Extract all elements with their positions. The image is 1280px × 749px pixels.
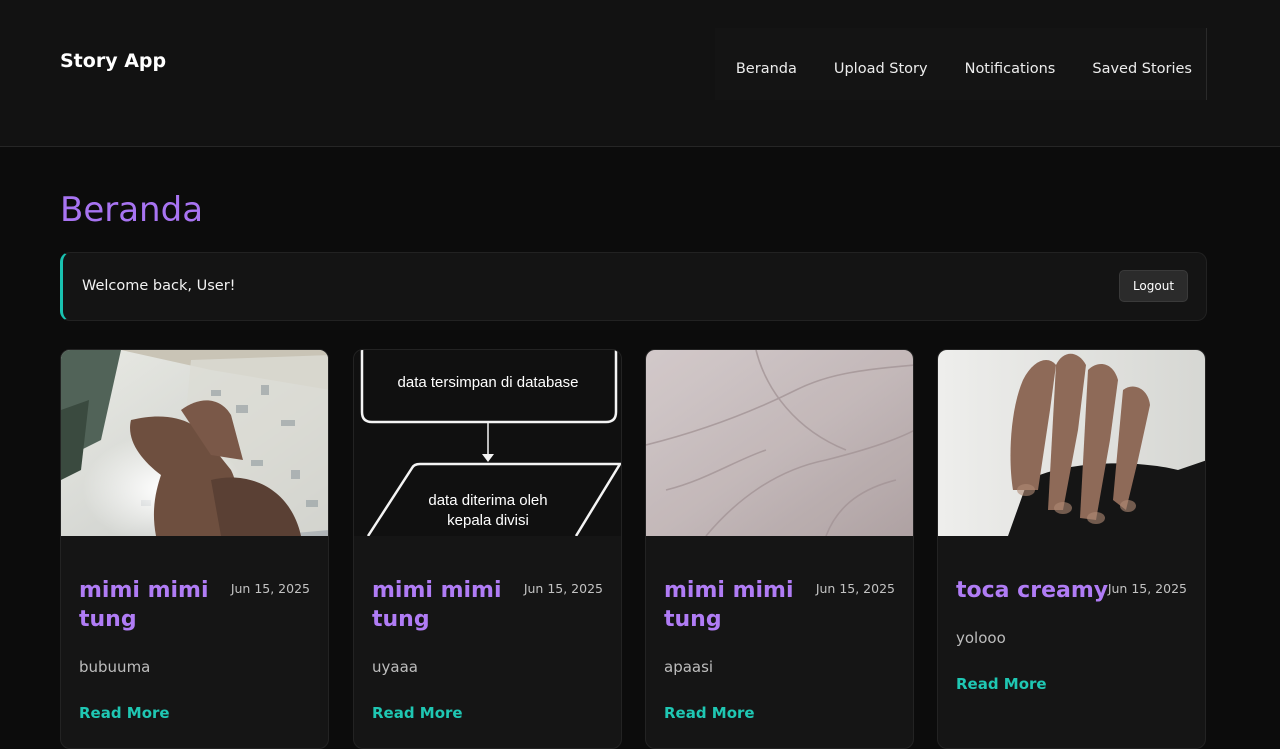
story-image[interactable] bbox=[938, 350, 1205, 536]
flowchart-label-3: kepala divisi bbox=[447, 512, 529, 529]
read-more-link[interactable]: Read More bbox=[664, 704, 755, 722]
story-description: bubuuma bbox=[79, 658, 151, 676]
story-title[interactable]: toca creamy bbox=[956, 576, 1116, 605]
main-navigation: Beranda Upload Story Notifications Saved… bbox=[715, 28, 1207, 100]
story-title[interactable]: mimi mimi tung bbox=[79, 576, 219, 634]
nav-link-beranda[interactable]: Beranda bbox=[736, 61, 797, 77]
story-image[interactable]: data tersimpan di database data diterima… bbox=[354, 350, 621, 536]
story-date: Jun 15, 2025 bbox=[1107, 581, 1187, 596]
story-card[interactable]: data tersimpan di database data diterima… bbox=[353, 349, 622, 749]
story-description: uyaaa bbox=[372, 658, 418, 676]
story-card[interactable]: mimi mimi tung Jun 15, 2025 apaasi Read … bbox=[645, 349, 914, 749]
nav-link-saved-stories[interactable]: Saved Stories bbox=[1092, 61, 1192, 77]
flowchart-label-1: data tersimpan di database bbox=[398, 374, 579, 391]
read-more-link[interactable]: Read More bbox=[372, 704, 463, 722]
story-image[interactable] bbox=[61, 350, 328, 536]
read-more-link[interactable]: Read More bbox=[79, 704, 170, 722]
story-card[interactable]: mimi mimi tung Jun 15, 2025 bubuuma Read… bbox=[60, 349, 329, 749]
story-title[interactable]: mimi mimi tung bbox=[664, 576, 804, 634]
page-title: Beranda bbox=[60, 190, 204, 230]
nav-link-notifications[interactable]: Notifications bbox=[965, 61, 1056, 77]
story-date: Jun 15, 2025 bbox=[523, 581, 603, 596]
story-description: apaasi bbox=[664, 658, 714, 676]
story-date: Jun 15, 2025 bbox=[815, 581, 895, 596]
flowchart-label-2: data diterima oleh bbox=[428, 492, 547, 509]
site-header: Story App Beranda Upload Story Notificat… bbox=[0, 0, 1280, 147]
brand-logo[interactable]: Story App bbox=[60, 50, 166, 72]
story-image[interactable] bbox=[646, 350, 913, 536]
story-title[interactable]: mimi mimi tung bbox=[372, 576, 512, 634]
read-more-link[interactable]: Read More bbox=[956, 675, 1047, 693]
story-date: Jun 15, 2025 bbox=[230, 581, 310, 596]
welcome-panel: Welcome back, User! Logout bbox=[60, 252, 1207, 321]
nav-link-upload-story[interactable]: Upload Story bbox=[834, 61, 928, 77]
story-card[interactable]: toca creamy Jun 15, 2025 yolooo Read Mor… bbox=[937, 349, 1206, 749]
logout-button[interactable]: Logout bbox=[1119, 270, 1188, 302]
welcome-message: Welcome back, User! bbox=[82, 278, 236, 294]
story-description: yolooo bbox=[956, 629, 1006, 647]
